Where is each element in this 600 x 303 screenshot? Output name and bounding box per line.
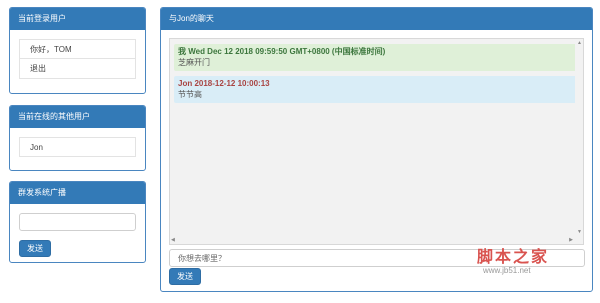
message-header: 我 Wed Dec 12 2018 09:59:50 GMT+0800 (中国标… (178, 47, 386, 56)
message-header: Jon 2018-12-12 10:00:13 (178, 79, 270, 88)
scroll-right-arrow-icon[interactable]: ▶ (569, 237, 573, 243)
scroll-down-arrow-icon[interactable]: ▼ (577, 229, 582, 235)
online-users-panel-title: 当前在线的其他用户 (10, 106, 145, 128)
chat-message-other: Jon 2018-12-12 10:00:13 节节高 (174, 76, 578, 103)
chat-panel: 与Jon的聊天 我 Wed Dec 12 2018 09:59:50 GMT+0… (160, 7, 593, 292)
current-user-panel-title: 当前登录用户 (10, 8, 145, 30)
message-text: 节节高 (178, 90, 202, 99)
broadcast-input[interactable] (19, 213, 136, 231)
chat-message-input[interactable] (169, 249, 585, 267)
logout-link[interactable]: 退出 (19, 59, 136, 79)
broadcast-form: 发送 (10, 204, 145, 262)
current-user-panel: 当前登录用户 你好，TOM 退出 (9, 7, 146, 94)
message-text: 芝麻开门 (178, 58, 210, 67)
online-user-item[interactable]: Jon (19, 137, 136, 157)
scroll-up-arrow-icon[interactable]: ▲ (577, 40, 582, 46)
vertical-scrollbar[interactable]: ▲ ▼ (575, 39, 583, 244)
greeting-item: 你好，TOM (19, 39, 136, 59)
online-users-panel: 当前在线的其他用户 Jon (9, 105, 146, 171)
chat-panel-title: 与Jon的聊天 (161, 8, 592, 30)
broadcast-panel: 群发系统广播 发送 (9, 181, 146, 263)
broadcast-send-button[interactable]: 发送 (19, 240, 51, 257)
online-users-list: Jon (10, 128, 145, 166)
horizontal-scrollbar[interactable]: ◀ ▶ (170, 236, 583, 244)
scroll-left-arrow-icon[interactable]: ◀ (171, 237, 175, 243)
current-user-list: 你好，TOM 退出 (10, 30, 145, 88)
chat-send-button[interactable]: 发送 (169, 268, 201, 285)
chat-message-area[interactable]: 我 Wed Dec 12 2018 09:59:50 GMT+0800 (中国标… (169, 38, 584, 245)
chat-message-self: 我 Wed Dec 12 2018 09:59:50 GMT+0800 (中国标… (174, 44, 578, 71)
broadcast-panel-title: 群发系统广播 (10, 182, 145, 204)
